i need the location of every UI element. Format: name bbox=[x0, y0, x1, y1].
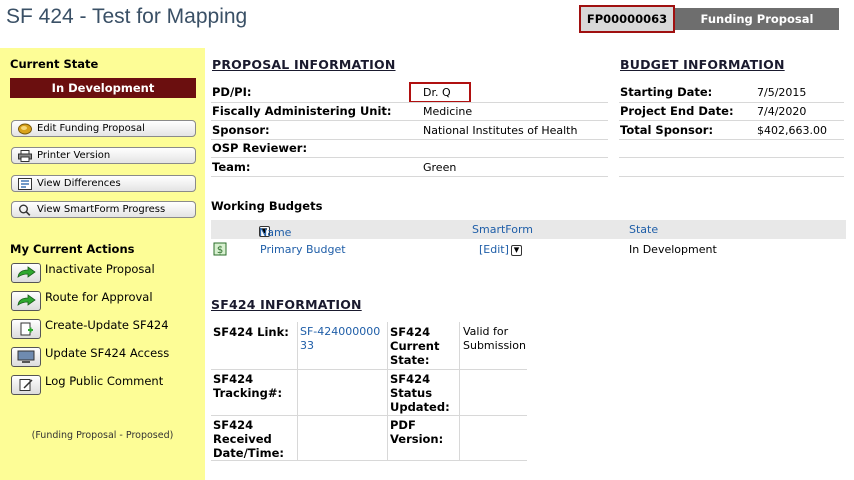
smartform-column-header[interactable]: SmartForm bbox=[472, 223, 533, 236]
note-edit-icon bbox=[11, 375, 41, 395]
osp-reviewer-label: OSP Reviewer: bbox=[212, 141, 308, 155]
edit-funding-proposal-label: Edit Funding Proposal bbox=[37, 123, 145, 134]
divider bbox=[211, 369, 527, 370]
inactivate-proposal-action[interactable]: Inactivate Proposal bbox=[11, 262, 155, 285]
proposal-information-title: PROPOSAL INFORMATION bbox=[212, 57, 396, 72]
sf424-current-state-label: SF424 Current State: bbox=[390, 325, 440, 367]
state-column-header[interactable]: State bbox=[629, 223, 658, 236]
my-current-actions-heading: My Current Actions bbox=[10, 242, 135, 256]
create-update-sf424-action[interactable]: Create-Update SF424 bbox=[11, 318, 169, 341]
page-header: SF 424 - Test for Mapping FP00000063 Fun… bbox=[0, 0, 854, 38]
divider bbox=[459, 322, 460, 460]
sponsor-value: National Institutes of Health bbox=[423, 124, 578, 137]
divider bbox=[297, 322, 298, 460]
svg-text:$: $ bbox=[217, 245, 223, 256]
printer-icon bbox=[18, 149, 32, 162]
divider bbox=[387, 322, 388, 460]
monitor-icon bbox=[11, 347, 41, 367]
sidebar: Current State In Development Edit Fundin… bbox=[0, 48, 205, 480]
sidebar-footer-note: (Funding Proposal - Proposed) bbox=[31, 430, 174, 441]
divider bbox=[619, 102, 844, 103]
green-arrow-icon bbox=[11, 291, 41, 311]
view-differences-label: View Differences bbox=[37, 178, 121, 189]
edit-funding-proposal-button[interactable]: Edit Funding Proposal bbox=[11, 120, 196, 137]
working-budgets-header: ▾ Name SmartForm State bbox=[211, 220, 846, 239]
view-smartform-progress-label: View SmartForm Progress bbox=[37, 204, 166, 215]
divider bbox=[619, 157, 844, 158]
printer-version-button[interactable]: Printer Version bbox=[11, 147, 196, 164]
primary-budget-link[interactable]: Primary Budget bbox=[260, 243, 346, 256]
divider bbox=[211, 102, 608, 103]
divider bbox=[619, 120, 844, 121]
starting-date-value: 7/5/2015 bbox=[757, 86, 807, 99]
pd-pi-label: PD/PI: bbox=[212, 85, 252, 99]
differences-icon bbox=[18, 177, 32, 190]
edit-proposal-icon bbox=[18, 123, 32, 135]
sf424-link-label: SF424 Link: bbox=[213, 325, 289, 339]
starting-date-label: Starting Date: bbox=[620, 85, 713, 99]
working-budgets-title: Working Budgets bbox=[211, 199, 323, 213]
inactivate-proposal-label: Inactivate Proposal bbox=[45, 262, 155, 276]
current-state-badge: In Development bbox=[10, 78, 196, 98]
divider bbox=[211, 176, 608, 177]
divider bbox=[211, 460, 527, 461]
create-update-sf424-label: Create-Update SF424 bbox=[45, 318, 169, 332]
green-arrow-icon bbox=[11, 263, 41, 283]
update-sf424-access-action[interactable]: Update SF424 Access bbox=[11, 346, 170, 369]
proposal-id-tab[interactable]: FP00000063 bbox=[579, 5, 675, 33]
route-for-approval-action[interactable]: Route for Approval bbox=[11, 290, 153, 313]
project-end-date-label: Project End Date: bbox=[620, 104, 734, 118]
log-public-comment-label: Log Public Comment bbox=[45, 374, 164, 388]
team-value: Green bbox=[423, 161, 457, 174]
total-sponsor-label: Total Sponsor: bbox=[620, 123, 714, 137]
fiscally-administering-unit-label: Fiscally Administering Unit: bbox=[212, 104, 392, 118]
view-differences-button[interactable]: View Differences bbox=[11, 175, 196, 192]
sponsor-label: Sponsor: bbox=[212, 123, 270, 137]
route-for-approval-label: Route for Approval bbox=[45, 290, 153, 304]
total-sponsor-value: $402,663.00 bbox=[757, 124, 827, 137]
current-state-heading: Current State bbox=[10, 57, 99, 71]
table-row: $ Primary Budget [Edit] ▾ In Development bbox=[211, 240, 846, 260]
pdf-version-label: PDF Version: bbox=[390, 418, 444, 446]
sf424-status-updated-label: SF424 Status Updated: bbox=[390, 372, 450, 414]
sf424-tracking-label: SF424 Tracking#: bbox=[213, 372, 283, 400]
view-smartform-progress-button[interactable]: View SmartForm Progress bbox=[11, 201, 196, 218]
proposal-type-tab[interactable]: Funding Proposal bbox=[675, 8, 839, 30]
sf424-received-label: SF424 Received Date/Time: bbox=[213, 418, 284, 460]
divider bbox=[619, 176, 844, 177]
budget-icon: $ bbox=[213, 242, 227, 259]
page-title: SF 424 - Test for Mapping bbox=[6, 5, 248, 28]
project-end-date-value: 7/4/2020 bbox=[757, 105, 807, 118]
divider bbox=[619, 139, 844, 140]
sf424-information-title: SF424 INFORMATION bbox=[211, 297, 362, 312]
search-icon bbox=[18, 204, 32, 216]
sf424-current-state-value: Valid for Submission bbox=[463, 325, 526, 352]
budget-information-title: BUDGET INFORMATION bbox=[620, 57, 785, 72]
document-add-icon bbox=[11, 319, 41, 339]
name-column-label: Name bbox=[259, 226, 292, 239]
divider bbox=[211, 139, 608, 140]
smartform-edit-link[interactable]: [Edit] bbox=[479, 243, 509, 256]
team-label: Team: bbox=[212, 160, 251, 174]
log-public-comment-action[interactable]: Log Public Comment bbox=[11, 374, 164, 397]
pd-pi-highlight bbox=[409, 82, 471, 103]
divider bbox=[211, 157, 608, 158]
sf424-link-value[interactable]: SF-42400000033 bbox=[300, 325, 385, 353]
printer-version-label: Printer Version bbox=[37, 150, 111, 161]
divider bbox=[211, 415, 527, 416]
budget-state-value: In Development bbox=[629, 243, 717, 256]
divider bbox=[211, 120, 608, 121]
update-sf424-access-label: Update SF424 Access bbox=[45, 346, 170, 360]
fiscally-administering-unit-value: Medicine bbox=[423, 105, 473, 118]
